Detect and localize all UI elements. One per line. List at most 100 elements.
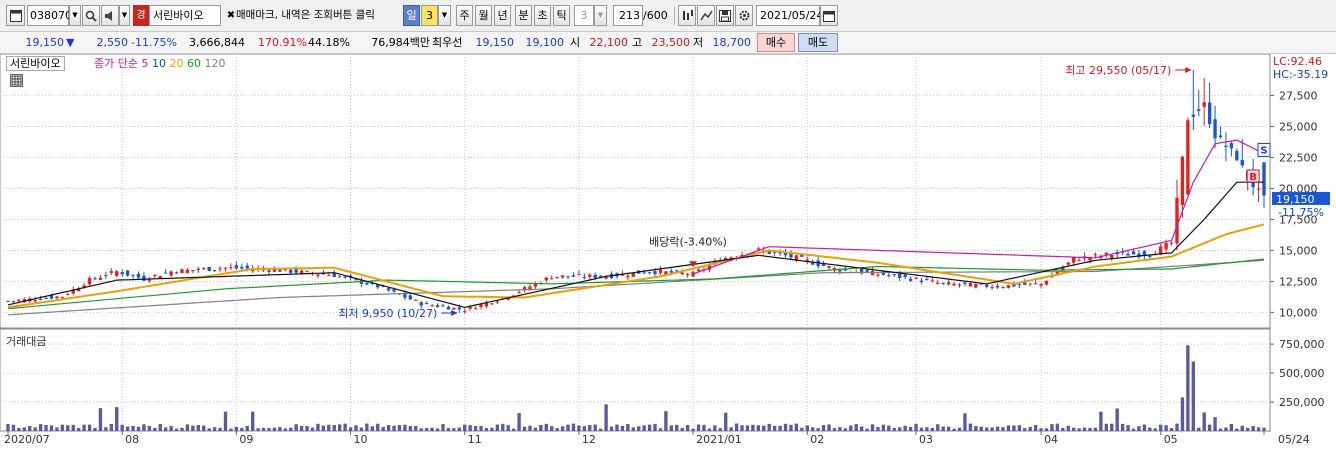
volume-bar: [66, 425, 70, 431]
stock-code-dropdown[interactable]: ▼: [69, 5, 81, 26]
candle-body: [941, 282, 945, 284]
save-icon[interactable]: [716, 5, 734, 26]
legend-stock-name[interactable]: 서린바이오: [6, 56, 65, 71]
volume-bar: [1061, 427, 1065, 431]
low-annotation: 최저 9,950 (10/27): [338, 307, 437, 320]
sell-button[interactable]: 매도: [798, 33, 838, 52]
date-axis-label: 2020/07: [4, 433, 50, 446]
volume-bar: [158, 424, 162, 431]
candle-body: [838, 270, 842, 272]
candle-body: [120, 272, 124, 275]
volume-bar: [745, 425, 750, 431]
candle-body: [1175, 197, 1179, 244]
volume-bar: [305, 426, 309, 431]
volume-bar: [87, 424, 92, 431]
trade-mark-label[interactable]: 매매마크, 내역은 조회버튼 클릭: [236, 5, 396, 26]
tick-value-field[interactable]: 3: [574, 5, 594, 26]
period-value-field[interactable]: 3: [421, 5, 438, 26]
calendar-icon[interactable]: [820, 5, 838, 26]
volume-bar: [941, 426, 945, 431]
trend-line-icon[interactable]: [697, 5, 715, 26]
candle-body: [1077, 260, 1081, 262]
candle-body: [1001, 287, 1005, 289]
period-year-button[interactable]: 년: [494, 5, 511, 26]
volume-bar: [136, 426, 141, 431]
volume-bar: [6, 423, 10, 431]
stock-chart[interactable]: 27,50025,00022,50020,00017,50015,00012,5…: [0, 53, 1336, 460]
volume-bar: [751, 424, 755, 431]
period-minute-button[interactable]: 분: [515, 5, 532, 26]
volume-bar: [816, 428, 820, 431]
volume-bar: [588, 424, 592, 431]
count-field[interactable]: 213: [613, 5, 643, 26]
candle-body: [626, 275, 630, 278]
candle-body: [234, 265, 239, 269]
volume-bar: [44, 424, 48, 431]
window-icon[interactable]: [6, 5, 25, 26]
candle-body: [1218, 135, 1223, 138]
volume-bar: [327, 424, 331, 431]
table-icon[interactable]: [10, 74, 23, 87]
volume-bar: [272, 427, 277, 431]
volume-bar: [762, 425, 766, 431]
hc-label: HC:-35.19: [1273, 68, 1328, 81]
candle-body: [1066, 262, 1070, 265]
candle-body: [452, 307, 456, 310]
volume-bar: [865, 428, 869, 431]
candle-body: [240, 267, 244, 269]
candle-body: [185, 269, 190, 274]
volume-bar: [637, 426, 641, 431]
volume-bar: [120, 424, 124, 431]
speaker-icon[interactable]: [101, 5, 119, 26]
volume-bar: [544, 423, 548, 431]
candle-body: [1072, 257, 1076, 263]
period-month-button[interactable]: 월: [475, 5, 492, 26]
lc-label: LC:92.46: [1273, 55, 1322, 68]
volume-bar: [995, 426, 1000, 431]
volume-bar: [1164, 425, 1168, 431]
volume-bar: [734, 423, 739, 431]
candle-body: [1164, 242, 1168, 250]
tick-value-dropdown[interactable]: ▼: [594, 5, 607, 26]
period-day-button[interactable]: 일: [403, 5, 420, 26]
candle-body: [11, 300, 16, 302]
volume-bar: [1115, 408, 1119, 431]
stock-name-field[interactable]: 서린바이오: [149, 5, 221, 26]
stock-code-input[interactable]: 038070: [27, 5, 72, 26]
candle-body: [892, 274, 896, 276]
period-second-button[interactable]: 초: [534, 5, 551, 26]
volume-bar: [1044, 428, 1049, 431]
volume-bar: [376, 423, 380, 431]
volume-panel-label: 거래대금: [6, 335, 47, 348]
volume-bar: [881, 424, 886, 431]
date-input[interactable]: 2021/05/24: [756, 5, 823, 26]
count-max-label: /600: [643, 9, 668, 22]
period-week-button[interactable]: 주: [456, 5, 473, 26]
volume-bar: [718, 428, 722, 431]
volume-bar: [310, 427, 315, 431]
buy-button[interactable]: 매수: [757, 33, 795, 52]
period-tick-button[interactable]: 틱: [553, 5, 570, 26]
volume-axis-label: 500,000: [1279, 367, 1325, 380]
period-value-dropdown[interactable]: ▼: [438, 5, 451, 26]
window-icon-glyph: [9, 9, 22, 22]
candle-body: [876, 274, 880, 276]
volume-bar: [109, 423, 113, 431]
candle-body: [1148, 255, 1152, 257]
candle-body: [680, 272, 684, 275]
search-icon[interactable]: [82, 5, 100, 26]
volume-bar: [647, 424, 652, 431]
candle-body: [1197, 109, 1201, 111]
volume-bar: [707, 428, 712, 431]
gear-icon[interactable]: [735, 5, 753, 26]
volume-bar: [517, 413, 521, 431]
volume-bar: [1017, 425, 1022, 431]
candle-body: [98, 277, 103, 280]
candle-body: [305, 270, 309, 272]
candle-body: [33, 300, 37, 302]
candle-body: [1006, 285, 1011, 288]
speaker-dropdown[interactable]: ▼: [119, 5, 130, 26]
volume-bar: [212, 427, 217, 431]
indicator-add-icon[interactable]: [678, 5, 696, 26]
candle-body: [1180, 156, 1185, 206]
